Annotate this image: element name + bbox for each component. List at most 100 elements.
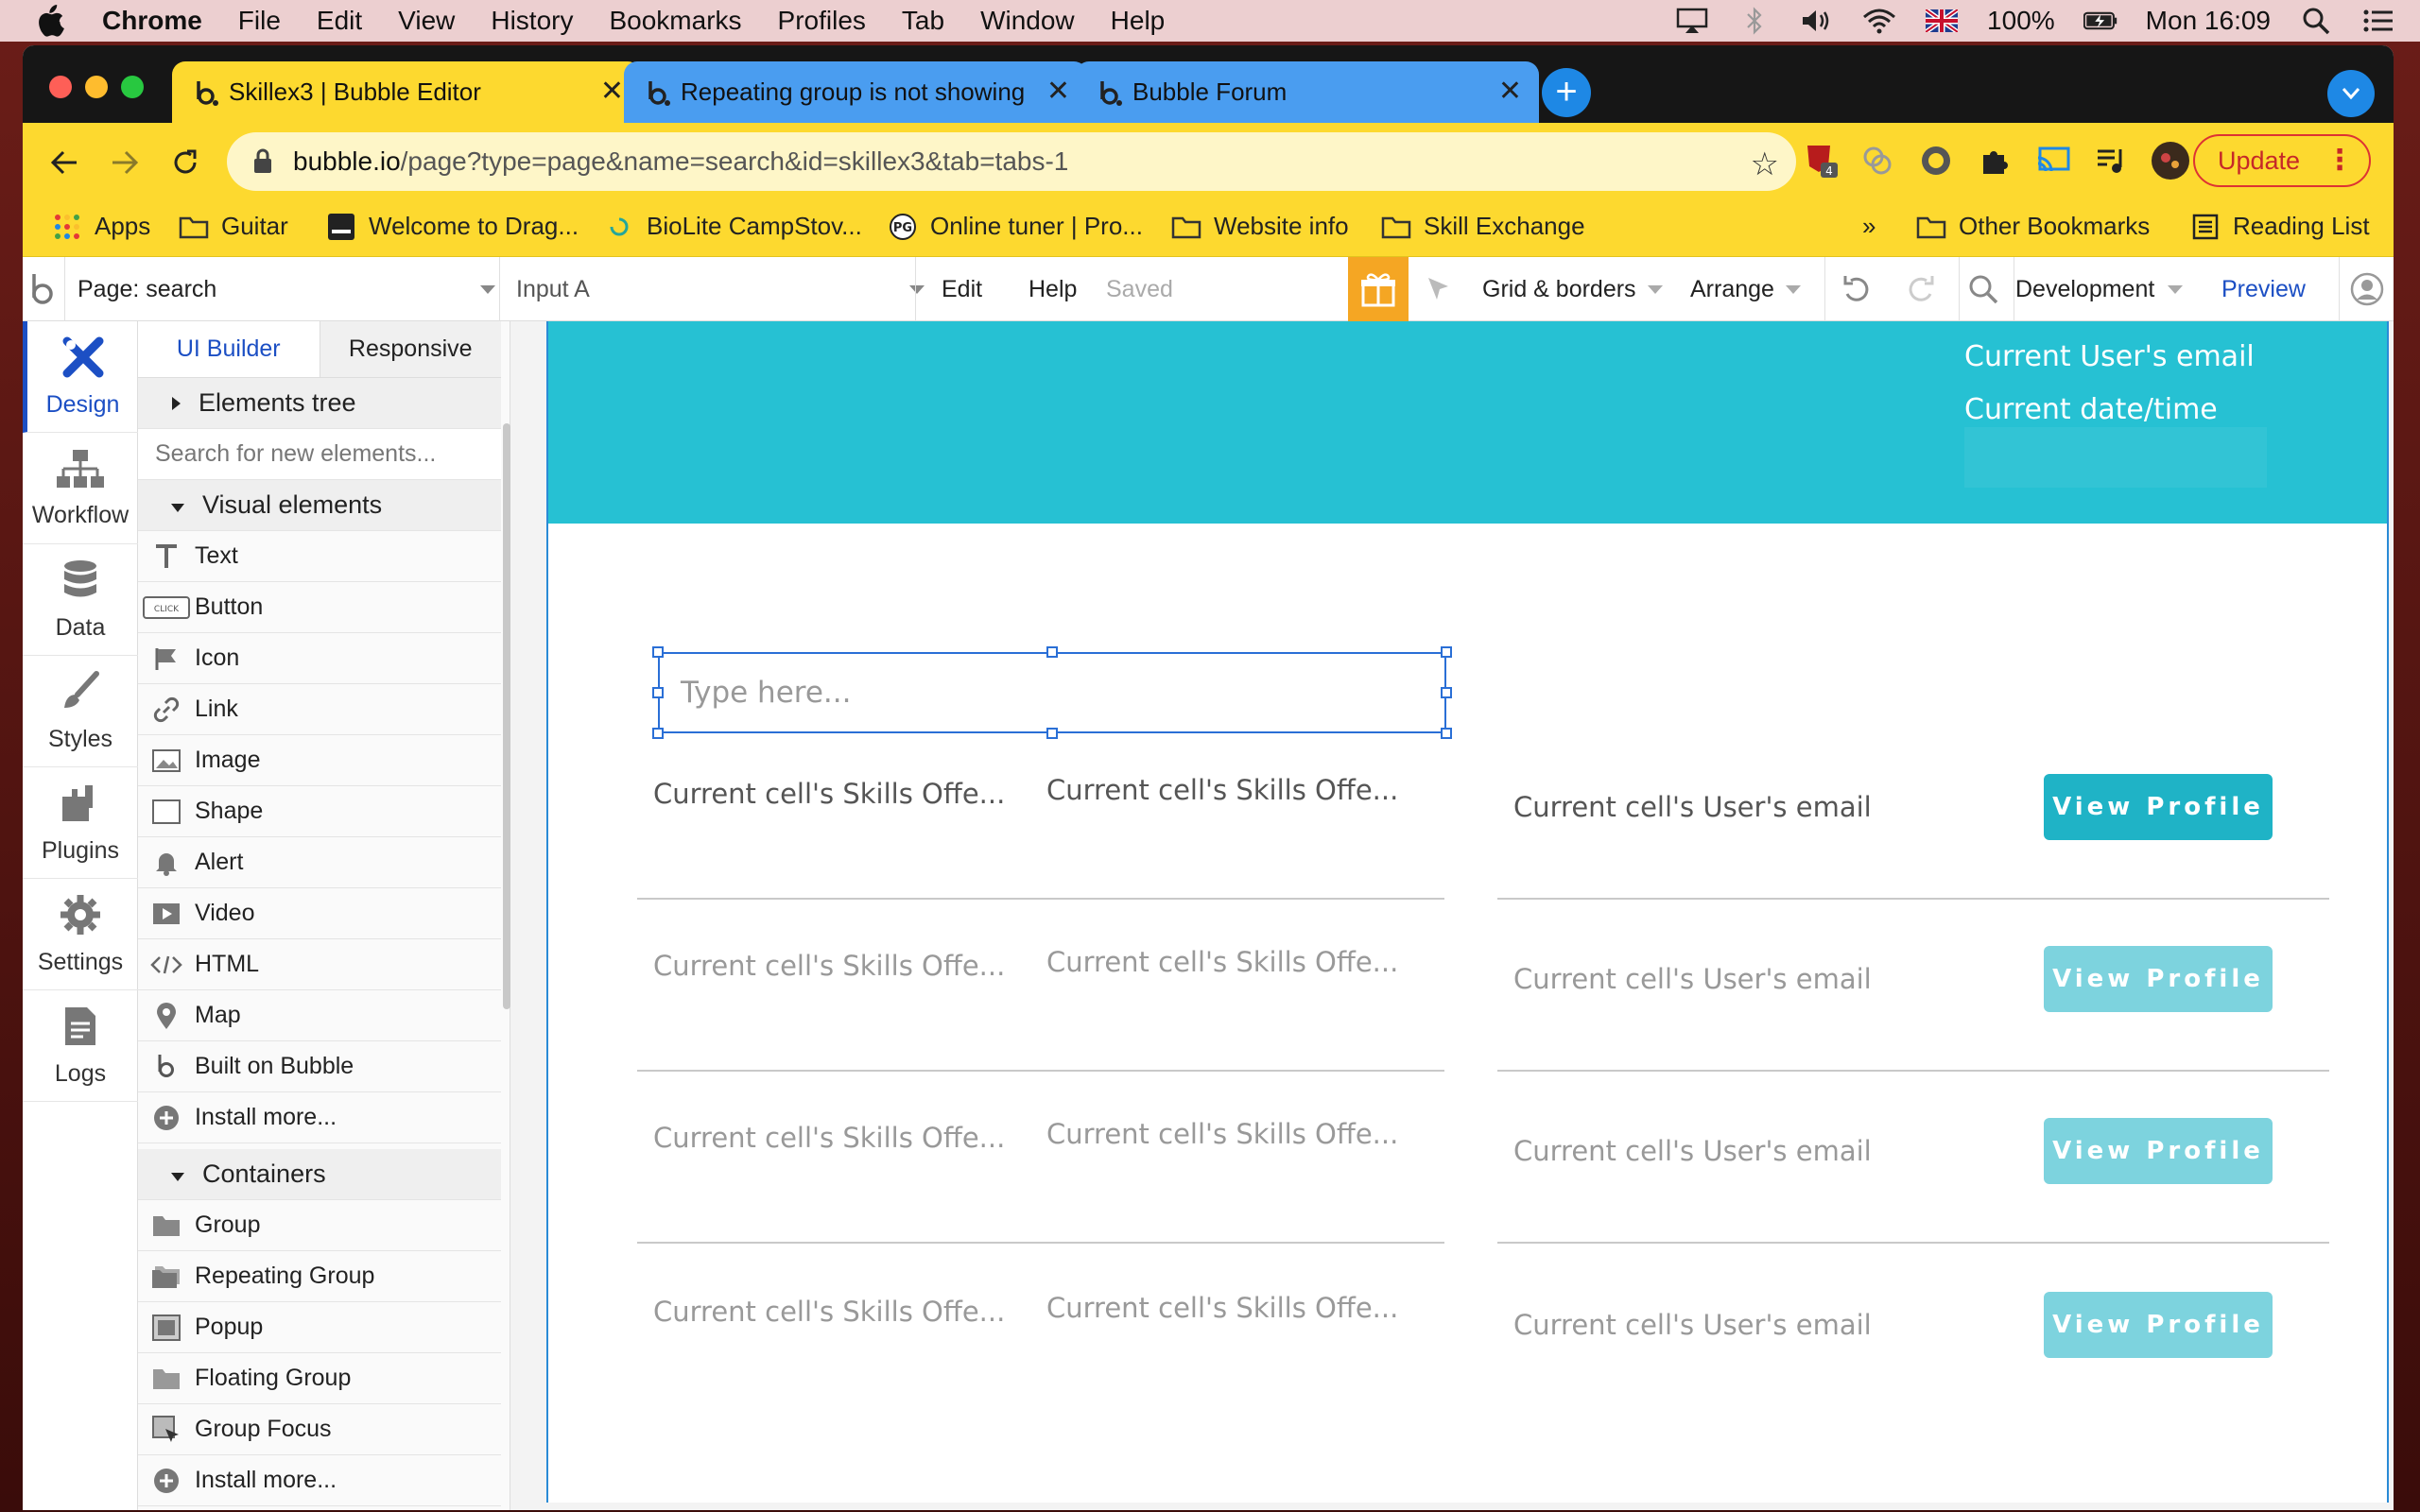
header-date-time[interactable]: Current date/time	[1964, 393, 2218, 426]
element-icon[interactable]: Icon	[138, 633, 501, 684]
resize-handle[interactable]	[652, 646, 664, 658]
element-selector[interactable]: Input A	[516, 257, 934, 321]
element-group[interactable]: Group	[138, 1200, 501, 1251]
resize-handle[interactable]	[1046, 646, 1058, 658]
account-icon[interactable]	[2350, 257, 2384, 321]
preview-button[interactable]: Preview	[2221, 257, 2306, 321]
cast-icon[interactable]	[2032, 140, 2074, 181]
redo-icon[interactable]	[1904, 257, 1936, 321]
bookmark-other[interactable]: Other Bookmarks	[1915, 212, 2150, 241]
spotlight-search-icon[interactable]	[2299, 7, 2333, 35]
tab-close-icon[interactable]: ✕	[1498, 75, 1522, 108]
grid-borders-menu[interactable]: Grid & borders	[1482, 257, 1663, 321]
rg-skill-offered-2[interactable]: Current cell's Skills Offe...	[1046, 774, 1398, 806]
resize-handle[interactable]	[1441, 687, 1452, 698]
extension-puzzle-grey-icon[interactable]	[1857, 140, 1898, 181]
header-text-group[interactable]	[1964, 427, 2267, 488]
bookmark-star-icon[interactable]: ☆	[1751, 146, 1779, 183]
install-more-visual[interactable]: Install more...	[138, 1092, 501, 1143]
apple-icon[interactable]	[36, 5, 74, 37]
search-icon[interactable]	[1968, 257, 1998, 321]
update-button[interactable]: Update ⋮	[2193, 134, 2371, 187]
element-link[interactable]: Link	[138, 684, 501, 735]
element-group-focus[interactable]: Group Focus	[138, 1404, 501, 1455]
element-text[interactable]: Text	[138, 531, 501, 582]
forward-arrow-icon[interactable]	[104, 142, 146, 183]
arrange-menu[interactable]: Arrange	[1690, 257, 1801, 321]
element-popup[interactable]: Popup	[138, 1302, 501, 1353]
menu-app-name[interactable]: Chrome	[102, 6, 202, 36]
element-alert[interactable]: Alert	[138, 837, 501, 888]
install-more-containers[interactable]: Install more...	[138, 1455, 501, 1506]
bookmark-guitar[interactable]: Guitar	[178, 212, 288, 241]
header-user-email[interactable]: Current User's email	[1964, 340, 2255, 373]
element-video[interactable]: Video	[138, 888, 501, 939]
bookmark-skill-exchange[interactable]: Skill Exchange	[1380, 212, 1585, 241]
reading-list[interactable]: Reading List	[2189, 212, 2370, 241]
airplay-icon[interactable]	[1675, 7, 1709, 35]
minimize-window-button[interactable]	[85, 76, 108, 98]
rg-user-email[interactable]: Current cell's User's email	[1513, 791, 1872, 823]
bookmark-online-tuner[interactable]: PG Online tuner | Pro...	[887, 212, 1143, 241]
gift-icon[interactable]	[1348, 257, 1409, 321]
lock-icon[interactable]	[253, 147, 272, 180]
rail-plugins[interactable]: Plugins	[23, 767, 138, 879]
resize-handle[interactable]	[652, 687, 664, 698]
uk-flag-icon[interactable]	[1925, 7, 1959, 35]
battery-icon[interactable]	[2083, 7, 2118, 35]
element-shape[interactable]: Shape	[138, 786, 501, 837]
menu-profiles[interactable]: Profiles	[778, 6, 866, 36]
profile-avatar[interactable]	[2150, 140, 2191, 181]
resize-handle[interactable]	[1441, 646, 1452, 658]
reload-icon[interactable]	[164, 142, 206, 183]
media-control-icon[interactable]	[2091, 140, 2133, 181]
tab-responsive[interactable]: Responsive	[320, 321, 501, 378]
volume-icon[interactable]	[1800, 7, 1834, 35]
undo-icon[interactable]	[1841, 257, 1874, 321]
new-tab-button[interactable]: +	[1542, 68, 1591, 117]
address-bar[interactable]: bubble.io/page?type=page&name=search&id=…	[227, 132, 1796, 191]
element-html[interactable]: HTML	[138, 939, 501, 990]
element-repeating-group[interactable]: Repeating Group	[138, 1251, 501, 1302]
rail-logs[interactable]: Logs	[23, 990, 138, 1102]
bluetooth-icon[interactable]	[1737, 7, 1772, 35]
rg-skill-offered-1[interactable]: Current cell's Skills Offe...	[653, 778, 1005, 810]
tab-bubble-editor[interactable]: Skillex3 | Bubble Editor ✕	[172, 61, 641, 123]
bookmarks-overflow[interactable]: »	[1862, 212, 1876, 241]
edit-menu[interactable]: Edit	[942, 257, 982, 321]
rail-design[interactable]: Design	[23, 321, 138, 433]
rail-workflow[interactable]: Workflow	[23, 433, 138, 544]
development-selector[interactable]: Development	[2015, 257, 2184, 321]
extensions-puzzle-icon[interactable]	[1974, 140, 2015, 181]
menu-tab[interactable]: Tab	[902, 6, 944, 36]
wifi-icon[interactable]	[1862, 7, 1896, 35]
search-input[interactable]: Type here...	[658, 652, 1446, 733]
element-built-on-bubble[interactable]: Built on Bubble	[138, 1041, 501, 1092]
ublock-extension-icon[interactable]: 4	[1800, 140, 1841, 181]
tab-close-icon[interactable]: ✕	[600, 75, 624, 108]
bubble-logo-icon[interactable]	[28, 257, 57, 321]
tab-bubble-forum[interactable]: Bubble Forum ✕	[1076, 61, 1539, 123]
close-window-button[interactable]	[49, 76, 72, 98]
bookmark-apps[interactable]: Apps	[51, 212, 150, 241]
page-selector[interactable]: Page: search	[78, 257, 512, 321]
menu-help[interactable]: Help	[1111, 6, 1166, 36]
help-menu[interactable]: Help	[1028, 257, 1077, 321]
menubar-clock[interactable]: Mon 16:09	[2146, 6, 2271, 36]
element-map[interactable]: Map	[138, 990, 501, 1041]
containers-toggle[interactable]: Containers	[138, 1149, 501, 1200]
menu-file[interactable]: File	[238, 6, 281, 36]
tab-close-icon[interactable]: ✕	[1046, 75, 1070, 108]
bookmark-biolite[interactable]: BioLite CampStov...	[603, 212, 862, 241]
select-cursor-icon[interactable]	[1426, 257, 1452, 321]
resize-handle[interactable]	[652, 728, 664, 739]
view-profile-button[interactable]: View Profile	[2044, 774, 2273, 840]
elements-tree-toggle[interactable]: Elements tree	[138, 378, 501, 429]
bookmark-website-info[interactable]: Website info	[1170, 212, 1349, 241]
menu-bookmarks[interactable]: Bookmarks	[609, 6, 741, 36]
more-vertical-icon[interactable]: ⋮	[2325, 144, 2354, 177]
tab-ui-builder[interactable]: UI Builder	[138, 321, 320, 378]
resize-handle[interactable]	[1046, 728, 1058, 739]
zoom-window-button[interactable]	[121, 76, 144, 98]
rail-data[interactable]: Data	[23, 544, 138, 656]
